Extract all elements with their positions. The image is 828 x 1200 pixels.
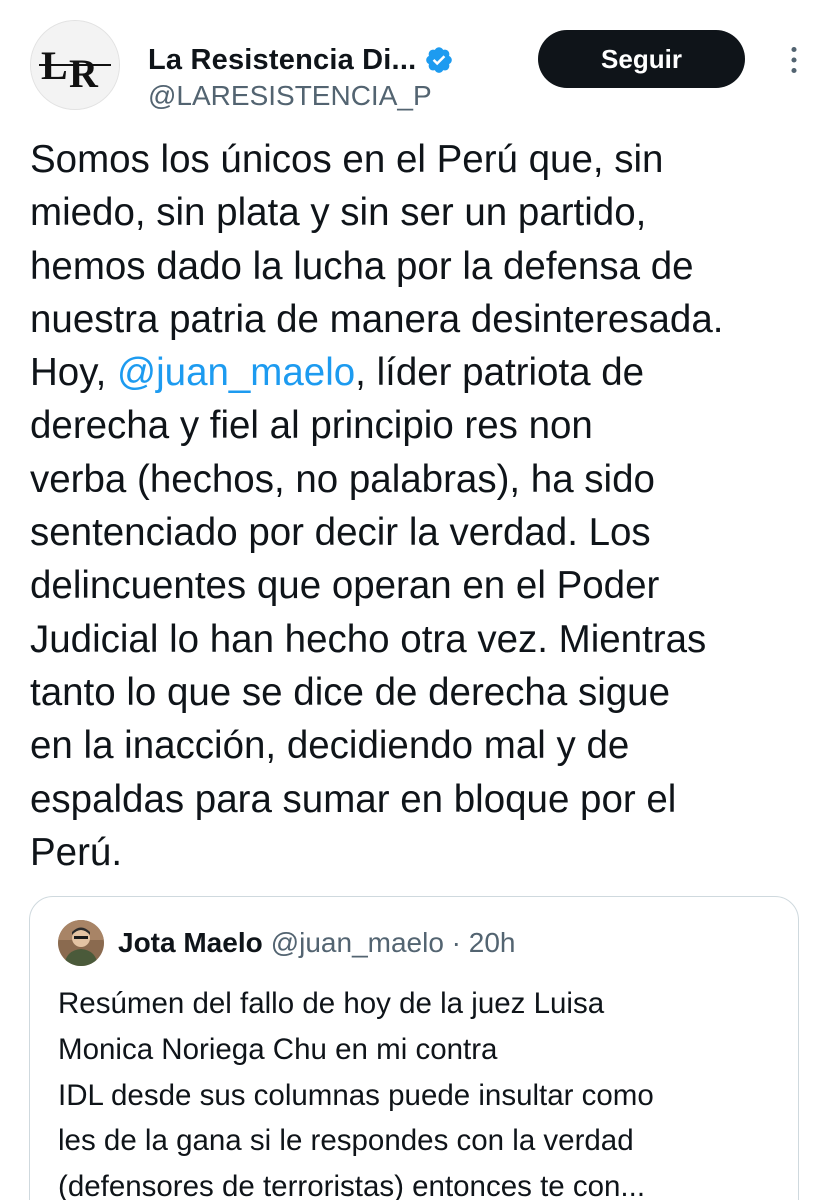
tweet-line: espaldas para sumar en bloque por el bbox=[30, 777, 677, 821]
tweet-line: Judicial lo han hecho otra vez. Mientras bbox=[30, 617, 707, 661]
quoted-line: les de la gana si le respondes con la ve… bbox=[58, 1124, 634, 1158]
tweet-line: Somos los únicos en el Perú que, sin bbox=[30, 138, 664, 181]
quoted-line: Resúmen del fallo de hoy de la juez Luis… bbox=[58, 987, 605, 1020]
tweet-line: en la inacción, decidiendo mal y de bbox=[30, 724, 630, 768]
svg-text:R: R bbox=[69, 51, 99, 96]
tweet-line: sentenciado por decir la verdad. Los bbox=[30, 511, 651, 555]
quoted-line: Monica Noriega Chu en mi contra bbox=[58, 1032, 498, 1066]
person-avatar-icon bbox=[58, 920, 104, 966]
tweet-text-fragment: , líder patriota de bbox=[355, 351, 645, 395]
quoted-line: IDL desde sus columnas puede insultar co… bbox=[58, 1078, 654, 1112]
tweet-text-fragment: Hoy, bbox=[30, 351, 118, 395]
mention-link[interactable]: @juan_maelo bbox=[117, 351, 355, 394]
tweet-text: Somos los únicos en el Perú que, sin mie… bbox=[30, 133, 810, 879]
quoted-tweet-card[interactable]: Jota Maelo @juan_maelo · 20h Resúmen del… bbox=[29, 896, 799, 1200]
quoted-author-meta: @juan_maelo · 20h bbox=[270, 927, 516, 958]
tweet-line: delincuentes que operan en el Poder bbox=[30, 564, 660, 608]
tweet-header: L R La Resistencia Di... @LARESISTENCIA_… bbox=[30, 20, 800, 112]
tweet-line: verba (hechos, no palabras), ha sido bbox=[30, 457, 655, 501]
author-display-name[interactable]: La Resistencia Di... bbox=[148, 44, 416, 77]
quoted-tweet-text: Resúmen del fallo de hoy de la juez Luis… bbox=[58, 981, 788, 1200]
author-handle[interactable]: @LARESISTENCIA_P bbox=[148, 80, 432, 112]
tweet-line: miedo, sin plata y sin ser un partido, bbox=[30, 191, 647, 235]
quoted-tweet-header: Jota Maelo @juan_maelo · 20h bbox=[58, 919, 516, 967]
tweet-line-with-mention: Hoy, @juan_maelo, líder patriota de bbox=[30, 346, 810, 399]
tweet-line: tanto lo que se dice de derecha sigue bbox=[30, 670, 670, 714]
display-name-row: La Resistencia Di... bbox=[148, 40, 454, 80]
tweet-line: nuestra patria de manera desinteresada. bbox=[30, 297, 724, 341]
tweet-line: Perú. bbox=[30, 830, 123, 874]
tweet-line: hemos dado la lucha por la defensa de bbox=[30, 244, 694, 288]
follow-button[interactable]: Seguir bbox=[538, 30, 745, 88]
quoted-line: (defensores de terroristas) entonces te … bbox=[58, 1170, 646, 1200]
quoted-author-avatar[interactable] bbox=[58, 920, 104, 966]
tweet-line: derecha y fiel al principio res non bbox=[30, 404, 593, 448]
verified-badge-icon bbox=[424, 45, 454, 75]
author-avatar[interactable]: L R bbox=[30, 20, 120, 110]
quoted-author-name[interactable]: Jota Maelo bbox=[118, 927, 263, 959]
tweet-page: L R La Resistencia Di... @LARESISTENCIA_… bbox=[0, 0, 828, 1200]
more-options-icon[interactable] bbox=[774, 40, 814, 80]
lr-logo-icon: L R bbox=[31, 21, 119, 109]
